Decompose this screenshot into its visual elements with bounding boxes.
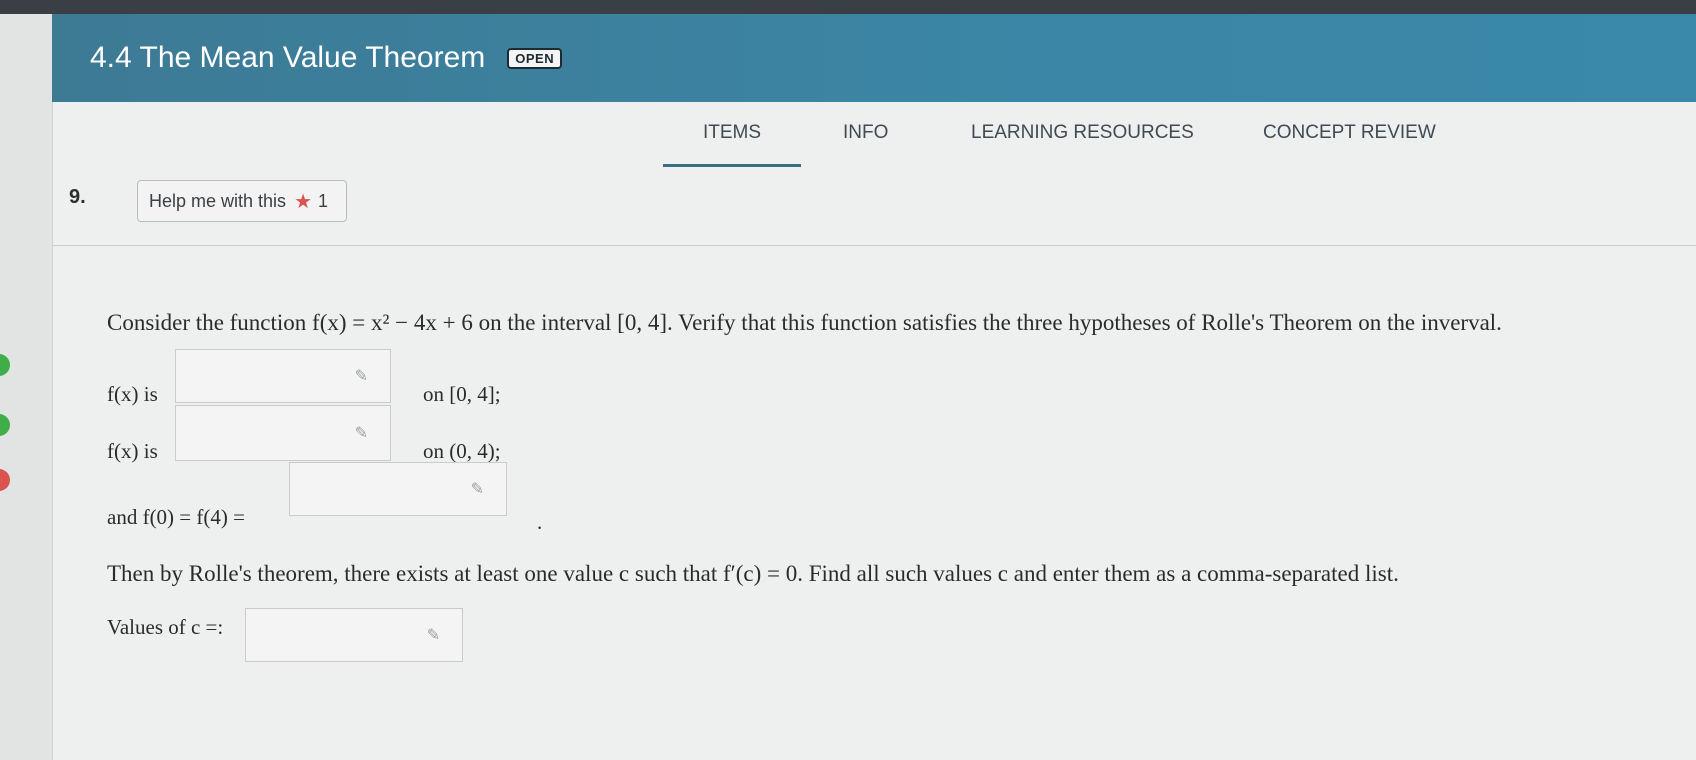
tab-learning-resources[interactable]: LEARNING RESOURCES	[971, 122, 1194, 164]
question-number: 9.	[69, 186, 86, 208]
hypothesis-3-label: and f(0) = f(4) =	[107, 505, 245, 529]
tab-info[interactable]: INFO	[843, 122, 888, 164]
top-strip	[0, 0, 1696, 14]
left-gutter	[0, 14, 53, 760]
hypothesis-3-answer-field[interactable]: ✎	[289, 462, 507, 516]
status-dot-red	[0, 469, 10, 491]
star-icon: ★	[294, 190, 312, 213]
divider	[53, 245, 1696, 246]
problem-statement: Consider the function f(x) = x² − 4x + 6…	[107, 310, 1502, 335]
status-dot-green	[0, 354, 10, 376]
tab-bar: ITEMS INFO LEARNING RESOURCES CONCEPT RE…	[53, 102, 1696, 172]
hypothesis-3-suffix: .	[537, 510, 543, 534]
status-badge: OPEN	[507, 47, 563, 69]
assignment-header: 4.4 The Mean Value Theorem OPEN	[52, 14, 1696, 102]
pencil-icon: ✎	[354, 368, 368, 385]
status-dot-green	[0, 414, 10, 436]
help-me-button[interactable]: Help me with this ★ 1	[137, 180, 347, 222]
pencil-icon: ✎	[470, 481, 484, 498]
hypothesis-2-label: f(x) is	[107, 439, 158, 463]
values-of-c-answer-field[interactable]: ✎	[245, 608, 463, 662]
star-count: 1	[318, 190, 329, 211]
tab-items[interactable]: ITEMS	[663, 122, 802, 167]
hypothesis-1-suffix: on [0, 4];	[423, 382, 501, 406]
rolle-instructions: Then by Rolle's theorem, there exists at…	[107, 561, 1399, 586]
page-title: 4.4 The Mean Value Theorem	[90, 41, 486, 74]
hypothesis-2-suffix: on (0, 4);	[423, 439, 501, 463]
main-content: ITEMS INFO LEARNING RESOURCES CONCEPT RE…	[53, 102, 1696, 760]
pencil-icon: ✎	[354, 425, 368, 442]
hypothesis-1-answer-field[interactable]: ✎	[175, 349, 391, 403]
pencil-icon: ✎	[426, 627, 440, 644]
help-button-label: Help me with this	[149, 190, 287, 211]
values-of-c-label: Values of c =:	[107, 615, 224, 639]
hypothesis-2-answer-field[interactable]: ✎	[175, 405, 391, 461]
hypothesis-1-label: f(x) is	[107, 382, 158, 406]
tab-concept-review[interactable]: CONCEPT REVIEW	[1263, 122, 1436, 164]
